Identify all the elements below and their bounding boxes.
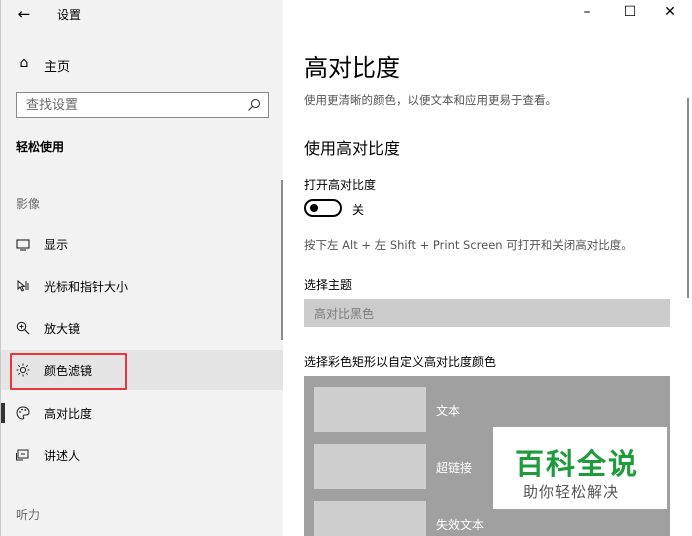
magnifier-icon — [16, 321, 30, 335]
sidebar-item-cursor[interactable]: 光标和指针大小 — [1, 266, 284, 306]
watermark-subtitle: 助你轻松解决 — [523, 483, 620, 501]
group-title-vision: 影像 — [16, 197, 41, 211]
sidebar-item-label: 放大镜 — [44, 322, 81, 336]
sidebar-item-label: 讲述人 — [44, 449, 81, 463]
sidebar-item-label: 高对比度 — [44, 407, 93, 421]
high-contrast-toggle[interactable] — [304, 199, 342, 217]
watermark: 百科全说 助你轻松解决 — [493, 427, 667, 509]
search-input[interactable] — [17, 93, 237, 117]
sidebar-item-narrator[interactable]: 讲述人 — [1, 435, 284, 475]
toggle-label: 打开高对比度 — [304, 178, 377, 192]
color-swatch-hyperlink[interactable] — [314, 444, 426, 489]
sidebar-item-label: 显示 — [44, 238, 69, 252]
watermark-title: 百科全说 — [515, 447, 640, 481]
pointer-icon — [17, 279, 29, 292]
arrow-left-icon[interactable]: ← — [14, 4, 34, 24]
title-bar: ← 设置 — [1, 0, 284, 30]
color-label-text: 文本 — [436, 404, 461, 418]
minimize-button[interactable]: – — [572, 4, 602, 20]
page-description: 使用更清晰的颜色，以便文本和应用更易于查看。 — [304, 93, 557, 107]
app-title: 设置 — [57, 8, 82, 22]
narrator-icon — [16, 449, 29, 461]
page-title: 高对比度 — [304, 54, 400, 82]
sidebar-item-label: 光标和指针大小 — [44, 280, 129, 294]
selection-indicator — [1, 403, 5, 423]
palette-icon — [16, 406, 30, 420]
sidebar: ← 设置 ⌂ 主页 轻松使用 影像 显示 光标和指针大小 — [0, 0, 284, 536]
color-label-disabled-text: 失效文本 — [436, 518, 485, 532]
close-button[interactable]: ✕ — [655, 4, 685, 20]
section-heading: 使用高对比度 — [304, 139, 401, 158]
sidebar-item-high-contrast[interactable]: 高对比度 — [1, 393, 284, 433]
colors-label: 选择彩色矩形以自定义高对比度颜色 — [304, 355, 497, 369]
main-scrollbar[interactable] — [687, 98, 689, 298]
group-title-hearing: 听力 — [16, 508, 41, 522]
search-icon[interactable] — [247, 98, 261, 112]
sidebar-item-label: 主页 — [44, 60, 71, 75]
color-swatch-text[interactable] — [314, 387, 426, 432]
toggle-state: 关 — [352, 203, 365, 217]
sidebar-item-home[interactable]: ⌂ 主页 — [1, 50, 284, 78]
theme-label: 选择主题 — [304, 278, 353, 292]
color-label-hyperlink: 超链接 — [436, 461, 473, 475]
theme-select-value: 高对比黑色 — [314, 307, 375, 321]
toggle-knob — [310, 204, 318, 212]
sidebar-item-display[interactable]: 显示 — [1, 224, 284, 264]
home-icon: ⌂ — [19, 55, 29, 71]
theme-select[interactable]: 高对比黑色 — [304, 299, 670, 327]
highlight-annotation — [10, 353, 127, 390]
search-box[interactable] — [16, 92, 269, 118]
color-swatch-disabled-text[interactable] — [314, 501, 426, 536]
shortcut-hint: 按下左 Alt + 左 Shift + Print Screen 可打开和关闭高… — [304, 238, 633, 252]
maximize-button[interactable]: ☐ — [615, 4, 645, 20]
monitor-icon — [16, 239, 30, 251]
sidebar-item-magnifier[interactable]: 放大镜 — [1, 308, 284, 348]
section-title: 轻松使用 — [16, 140, 65, 154]
